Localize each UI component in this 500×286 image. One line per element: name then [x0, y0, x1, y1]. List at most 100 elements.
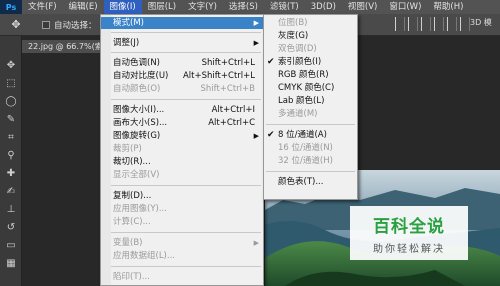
align-icon[interactable] — [434, 17, 444, 31]
menu-item-label: 位图(B) — [278, 18, 308, 28]
menu-select[interactable]: 选择(S) — [223, 0, 264, 14]
menu-item-label: 多通道(M) — [278, 109, 318, 119]
marquee-icon[interactable]: ⬚ — [3, 76, 19, 90]
menu-item-grayscale[interactable]: 灰度(G) — [264, 30, 357, 42]
menu-item-image-rotation[interactable]: 图像旋转(G) ▶ — [101, 130, 263, 142]
menu-item-image-size[interactable]: 图像大小(I)... Alt+Ctrl+I — [101, 104, 263, 116]
menu-item-crop[interactable]: 裁剪(P) — [101, 143, 263, 155]
menu-image[interactable]: 图像(I) — [103, 0, 142, 14]
menu-edit[interactable]: 编辑(E) — [63, 0, 104, 14]
align-icon[interactable] — [447, 17, 457, 31]
document-tab[interactable]: 22.jpg @ 66.7%(索 — [22, 40, 102, 53]
submenu-arrow-icon: ▶ — [253, 19, 259, 27]
menu-item-label: 画布大小(S)... — [113, 118, 168, 128]
menu-item-label: 图像旋转(G) — [113, 131, 161, 141]
menu-item-duotone[interactable]: 双色调(D) — [264, 43, 357, 55]
align-icon[interactable] — [395, 17, 405, 31]
menu-item-color-table[interactable]: 颜色表(T)... — [264, 176, 357, 188]
menu-divider — [111, 52, 261, 53]
menu-item-indexed-color[interactable]: ✔ 索引颜色(I) — [264, 56, 357, 68]
menu-bar: Ps 文件(F) 编辑(E) 图像(I) 图层(L) 文字(Y) 选择(S) 滤… — [0, 0, 500, 14]
menu-item-label: 复制(D)... — [113, 191, 152, 201]
menu-item-label: 自动色调(N) — [113, 58, 160, 68]
menu-item-label: RGB 颜色(R) — [278, 70, 329, 80]
brush-icon[interactable]: ✍ — [3, 184, 19, 198]
menu-shortcut: Alt+Ctrl+C — [208, 118, 255, 128]
healing-brush-icon[interactable]: ✚ — [3, 166, 19, 180]
menu-item-duplicate[interactable]: 复制(D)... — [101, 190, 263, 202]
align-icon[interactable] — [460, 17, 470, 31]
menu-item-variables[interactable]: 变量(B) ▶ — [101, 237, 263, 249]
menu-item-trim[interactable]: 裁切(R)... — [101, 156, 263, 168]
menu-item-32-bit[interactable]: 32 位/通道(H) — [264, 155, 357, 167]
menu-shortcut: Shift+Ctrl+B — [200, 84, 255, 94]
menu-item-apply-image[interactable]: 应用图像(Y)... — [101, 203, 263, 215]
menu-item-8-bit[interactable]: ✔ 8 位/通道(A) — [264, 129, 357, 141]
menu-item-label: 模式(M) — [113, 18, 144, 28]
menu-item-label: 自动颜色(O) — [113, 84, 161, 94]
move-icon[interactable]: ✥ — [3, 58, 19, 72]
mode-submenu: 位图(B) 灰度(G) 双色调(D) ✔ 索引颜色(I) RGB 颜色(R) C… — [263, 14, 358, 200]
move-tool-icon[interactable]: ✥ — [4, 16, 28, 34]
submenu-arrow-icon: ▶ — [253, 239, 259, 247]
auto-select-checkbox[interactable] — [42, 20, 50, 29]
menu-filter[interactable]: 滤镜(T) — [264, 0, 305, 14]
menu-type[interactable]: 文字(Y) — [182, 0, 223, 14]
menu-item-rgb-color[interactable]: RGB 颜色(R) — [264, 69, 357, 81]
image-menu-dropdown: 模式(M) ▶ 调整(J) ▶ 自动色调(N) Shift+Ctrl+L 自动对… — [100, 14, 264, 286]
3d-mode-label: 3D 模 — [470, 18, 492, 27]
menu-item-label: 8 位/通道(A) — [278, 130, 327, 140]
menu-item-trap[interactable]: 陷印(T)... — [101, 271, 263, 283]
menu-item-label: 裁剪(P) — [113, 144, 142, 154]
history-brush-icon[interactable]: ↺ — [3, 220, 19, 234]
quick-select-icon[interactable]: ✎ — [3, 112, 19, 126]
menu-item-label: 双色调(D) — [278, 44, 317, 54]
menu-item-calculations[interactable]: 计算(C)... — [101, 216, 263, 228]
menu-divider — [111, 99, 261, 100]
menu-divider — [111, 266, 261, 267]
menu-item-apply-data-set[interactable]: 应用数据组(L)... — [101, 250, 263, 262]
menu-item-label: 变量(B) — [113, 238, 143, 248]
menu-item-auto-contrast[interactable]: 自动对比度(U) Alt+Shift+Ctrl+L — [101, 70, 263, 82]
menu-item-auto-tone[interactable]: 自动色调(N) Shift+Ctrl+L — [101, 57, 263, 69]
menu-item-label: 索引颜色(I) — [278, 57, 322, 67]
menu-shortcut: Alt+Ctrl+I — [211, 105, 255, 115]
watermark-title: 百科全说 — [373, 217, 445, 237]
menu-item-label: 图像大小(I)... — [113, 105, 165, 115]
menu-item-adjust[interactable]: 调整(J) ▶ — [101, 37, 263, 49]
align-icon[interactable] — [421, 17, 431, 31]
menu-item-label: 计算(C)... — [113, 217, 151, 227]
lasso-icon[interactable]: ◯ — [3, 94, 19, 108]
menu-divider — [266, 171, 355, 172]
menu-shortcut: Shift+Ctrl+L — [201, 58, 255, 68]
menu-item-cmyk-color[interactable]: CMYK 颜色(C) — [264, 82, 357, 94]
menu-layer[interactable]: 图层(L) — [142, 0, 182, 14]
menu-item-16-bit[interactable]: 16 位/通道(N) — [264, 142, 357, 154]
menu-file[interactable]: 文件(F) — [22, 0, 63, 14]
menu-window[interactable]: 窗口(W) — [383, 0, 427, 14]
menu-item-mode[interactable]: 模式(M) ▶ — [101, 17, 263, 29]
menu-item-label: 灰度(G) — [278, 31, 309, 41]
menu-item-canvas-size[interactable]: 画布大小(S)... Alt+Ctrl+C — [101, 117, 263, 129]
clone-stamp-icon[interactable]: ⊥ — [3, 202, 19, 216]
menu-item-label: 显示全部(V) — [113, 170, 160, 180]
menu-item-auto-color[interactable]: 自动颜色(O) Shift+Ctrl+B — [101, 83, 263, 95]
menu-item-reveal-all[interactable]: 显示全部(V) — [101, 169, 263, 181]
menu-item-lab-color[interactable]: Lab 颜色(L) — [264, 95, 357, 107]
eyedropper-icon[interactable]: ⚲ — [3, 148, 19, 162]
photoshop-logo: Ps — [0, 0, 22, 14]
menu-item-label: 陷印(T)... — [113, 272, 150, 282]
align-icon[interactable] — [408, 17, 418, 31]
eraser-icon[interactable]: ▭ — [3, 238, 19, 252]
gradient-icon[interactable]: ▦ — [3, 256, 19, 270]
crop-icon[interactable]: ⌗ — [3, 130, 19, 144]
menu-item-bitmap[interactable]: 位图(B) — [264, 17, 357, 29]
tools-panel: ✥ ⬚ ◯ ✎ ⌗ ⚲ ✚ ✍ ⊥ ↺ ▭ ▦ — [0, 36, 22, 286]
menu-help[interactable]: 帮助(H) — [427, 0, 469, 14]
menu-shortcut: Alt+Shift+Ctrl+L — [182, 71, 255, 81]
menu-view[interactable]: 视图(V) — [342, 0, 383, 14]
menu-3d[interactable]: 3D(D) — [305, 0, 342, 14]
menu-item-multichannel[interactable]: 多通道(M) — [264, 108, 357, 120]
watermark: 百科全说 助你轻松解决 — [350, 206, 468, 260]
menu-item-label: 调整(J) — [113, 38, 140, 48]
